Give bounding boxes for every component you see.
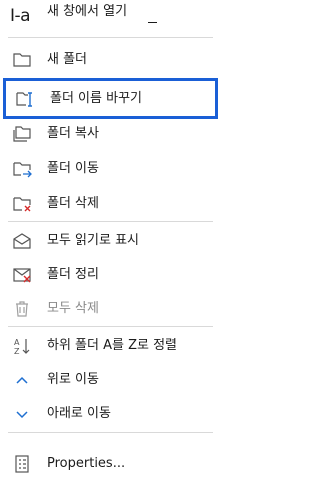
menu-item-copy-folder[interactable]: 폴더 복사 <box>0 117 221 150</box>
menu-item-label: 폴더 삭제 <box>47 195 99 211</box>
context-menu: I-a 새 창에서 열기 새 폴더 폴더 이름 바꾸기 폴더 복사 폴더 이동 … <box>0 0 221 483</box>
separator <box>8 37 213 38</box>
menu-item-move-folder[interactable]: 폴더 이동 <box>0 152 221 185</box>
separator <box>8 432 213 433</box>
menu-item-label: 폴더 정리 <box>47 266 99 282</box>
copy-folder-icon <box>12 124 32 144</box>
menu-item-mark-all-read[interactable]: 모두 읽기로 표시 <box>0 224 221 257</box>
text-cursor <box>148 22 157 23</box>
new-folder-icon <box>12 50 32 70</box>
svg-text:A: A <box>14 338 20 347</box>
sort-az-icon: A Z <box>12 336 32 356</box>
menu-item-rename-folder[interactable]: 폴더 이름 바꾸기 <box>3 78 218 119</box>
delete-all-icon <box>12 299 32 319</box>
menu-item-label: 새 창에서 열기 <box>47 4 128 19</box>
menu-item-clean-up-folder[interactable]: 폴더 정리 <box>0 258 221 291</box>
menu-item-new-folder[interactable]: 새 폴더 <box>0 43 221 76</box>
chevron-down-icon <box>12 404 32 424</box>
properties-icon <box>12 454 32 474</box>
menu-item-label: 폴더 복사 <box>47 125 99 141</box>
mark-all-read-icon <box>12 231 32 251</box>
menu-item-move-up[interactable]: 위로 이동 <box>0 363 221 396</box>
menu-item-label: 폴더 이름 바꾸기 <box>50 90 142 106</box>
menu-item-label: 폴더 이동 <box>47 160 99 176</box>
menu-item-label: 새 폴더 <box>47 51 88 67</box>
open-new-window-icon: I-a <box>10 6 31 26</box>
separator <box>8 326 213 327</box>
menu-item-open-new-window[interactable]: I-a 새 창에서 열기 <box>0 0 221 28</box>
menu-item-label: 아래로 이동 <box>47 405 111 421</box>
separator <box>8 221 213 222</box>
svg-text:Z: Z <box>14 347 20 356</box>
menu-item-move-down[interactable]: 아래로 이동 <box>0 397 221 430</box>
menu-item-properties[interactable]: Properties... <box>0 447 221 480</box>
menu-item-label: 모두 읽기로 표시 <box>47 232 139 248</box>
menu-item-label: 모두 삭제 <box>47 300 99 316</box>
clean-up-folder-icon <box>12 265 32 285</box>
menu-item-label: 위로 이동 <box>47 371 99 387</box>
chevron-up-icon <box>12 370 32 390</box>
menu-item-label: Properties... <box>47 455 126 471</box>
rename-folder-icon <box>15 89 35 109</box>
move-folder-icon <box>12 159 32 179</box>
menu-item-sort-subfolders[interactable]: A Z 하위 폴더 A를 Z로 정렬 <box>0 329 221 362</box>
menu-item-label: 하위 폴더 A를 Z로 정렬 <box>47 337 178 353</box>
menu-item-delete-folder[interactable]: 폴더 삭제 <box>0 187 221 220</box>
menu-item-delete-all[interactable]: 모두 삭제 <box>0 292 221 325</box>
delete-folder-icon <box>12 194 32 214</box>
